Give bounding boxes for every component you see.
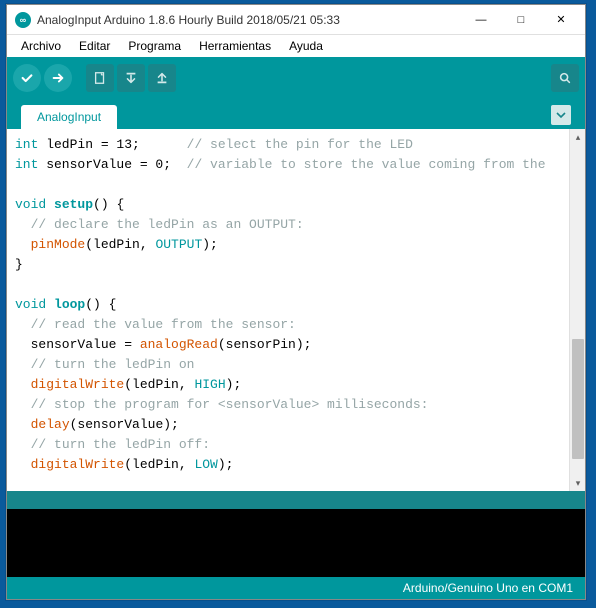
menu-tools[interactable]: Herramientas [191, 38, 279, 54]
code-editor[interactable]: int ledPin = 13; // select the pin for t… [7, 129, 569, 491]
serial-monitor-button[interactable] [551, 64, 579, 92]
scroll-thumb[interactable] [572, 339, 584, 459]
status-bar: Arduino/Genuino Uno en COM1 [7, 577, 585, 599]
menu-edit[interactable]: Editar [71, 38, 118, 54]
verify-button[interactable] [13, 64, 41, 92]
window-title: AnalogInput Arduino 1.8.6 Hourly Build 2… [37, 13, 461, 27]
menubar: Archivo Editar Programa Herramientas Ayu… [7, 35, 585, 57]
tabbar: AnalogInput [7, 99, 585, 129]
arduino-logo-icon: ∞ [15, 12, 31, 28]
toolbar [7, 57, 585, 99]
editor-area: int ledPin = 13; // select the pin for t… [7, 129, 585, 491]
titlebar: ∞ AnalogInput Arduino 1.8.6 Hourly Build… [7, 5, 585, 35]
open-button[interactable] [117, 64, 145, 92]
upload-button[interactable] [44, 64, 72, 92]
tab-analoginput[interactable]: AnalogInput [21, 105, 117, 129]
save-button[interactable] [148, 64, 176, 92]
new-button[interactable] [86, 64, 114, 92]
editor-scrollbar[interactable]: ▴ ▾ [569, 129, 585, 491]
menu-sketch[interactable]: Programa [120, 38, 189, 54]
menu-help[interactable]: Ayuda [281, 38, 331, 54]
scroll-down-icon[interactable]: ▾ [570, 475, 585, 491]
tab-menu-button[interactable] [551, 105, 571, 125]
menu-file[interactable]: Archivo [13, 38, 69, 54]
close-button[interactable]: ✕ [541, 6, 581, 34]
scroll-up-icon[interactable]: ▴ [570, 129, 585, 145]
arduino-ide-window: ∞ AnalogInput Arduino 1.8.6 Hourly Build… [6, 4, 586, 600]
status-strip [7, 491, 585, 509]
board-port-label: Arduino/Genuino Uno en COM1 [403, 581, 573, 595]
minimize-button[interactable]: ― [461, 6, 501, 34]
maximize-button[interactable]: □ [501, 6, 541, 34]
console-output[interactable] [7, 509, 585, 577]
window-controls: ― □ ✕ [461, 6, 581, 34]
